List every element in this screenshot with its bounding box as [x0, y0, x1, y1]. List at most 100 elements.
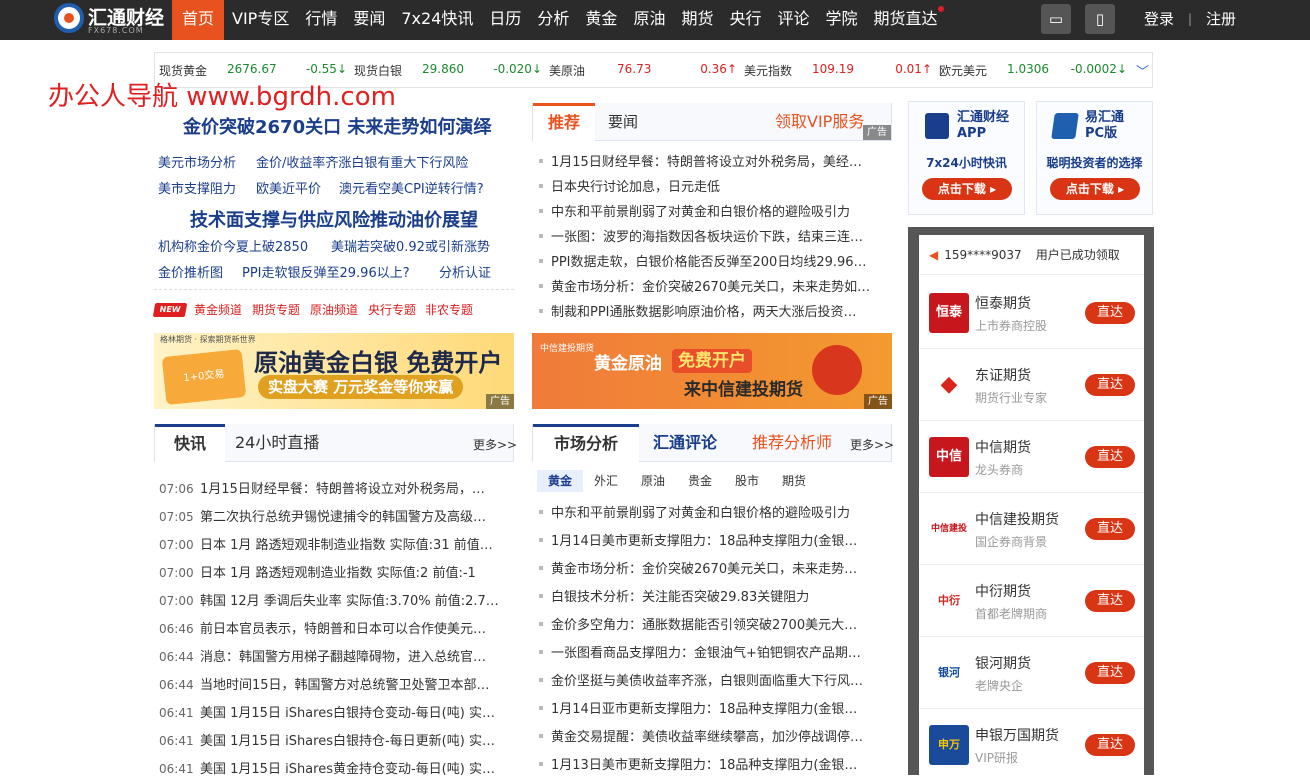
- nav-futures[interactable]: 期货: [673, 0, 721, 40]
- headline-link[interactable]: 金价推析图: [158, 262, 223, 281]
- nav-news[interactable]: 要闻: [345, 0, 393, 40]
- ad-banner-oil-gold[interactable]: 格林期货 · 探索期货新世界 1+0交易 原油黄金白银 免费开户 实盘大赛 万元…: [154, 333, 514, 409]
- nav-oil[interactable]: 原油: [625, 0, 673, 40]
- chevron-down-icon[interactable]: ﹀: [1136, 61, 1149, 80]
- flash-row[interactable]: 06:46 前日本官员表示，特朗普和日本可以合作使美元…: [154, 618, 514, 637]
- list-item[interactable]: 1月14日美市更新支撑阻力：18品种支撑阻力(金银…: [537, 530, 893, 549]
- nav-gold[interactable]: 黄金: [577, 0, 625, 40]
- tab-commentary[interactable]: 汇通评论: [653, 424, 717, 462]
- broker-go-button[interactable]: 直达: [1085, 590, 1135, 612]
- broker-row[interactable]: 中信 中信期货 龙头券商 直达: [919, 421, 1144, 493]
- channel-link-oil[interactable]: 原油频道: [310, 301, 358, 318]
- nav-flash[interactable]: 7x24快讯: [393, 0, 481, 40]
- subtab-precious[interactable]: 贵金: [681, 470, 719, 492]
- flash-row[interactable]: 06:44 消息：韩国警方用梯子翻越障碍物，进入总统官…: [154, 646, 514, 665]
- subtab-futures[interactable]: 期货: [775, 470, 813, 492]
- flash-row[interactable]: 07:00 日本 1月 路透短观非制造业指数 实际值:31 前值…: [154, 534, 514, 553]
- list-item[interactable]: 1月15日财经早餐：特朗普将设立对外税务局，美经…: [537, 151, 893, 170]
- nav-academy[interactable]: 学院: [818, 0, 866, 40]
- flash-row[interactable]: 06:44 当地时间15日，韩国警方对总统警卫处警卫本部…: [154, 674, 514, 693]
- broker-row[interactable]: ◆ 东证期货 期货行业专家 直达: [919, 349, 1144, 421]
- broker-go-button[interactable]: 直达: [1085, 734, 1135, 756]
- download-button[interactable]: 点击下载 ▸: [922, 178, 1012, 200]
- headline-link[interactable]: 分析认证: [439, 262, 491, 281]
- flash-row[interactable]: 07:06 1月15日财经早餐：特朗普将设立对外税务局，…: [154, 478, 514, 497]
- more-link[interactable]: 更多>>: [850, 436, 894, 453]
- tab-recommend[interactable]: 推荐: [533, 103, 595, 141]
- broker-row[interactable]: 银河 银河期货 老牌央企 直达: [919, 637, 1144, 709]
- headline-link[interactable]: 澳元看空美CPI逆转行情?: [339, 178, 484, 197]
- broker-go-button[interactable]: 直达: [1085, 662, 1135, 684]
- vip-service-link[interactable]: 领取VIP服务: [775, 103, 864, 141]
- subtab-oil[interactable]: 原油: [634, 470, 672, 492]
- list-item[interactable]: 一张图：波罗的海指数因各板块运价下跌，结束三连…: [537, 226, 893, 245]
- list-item[interactable]: 金价坚挺与美债收益率齐涨，白银则面临重大下行风…: [537, 670, 893, 689]
- ad-banner-citic[interactable]: 中信建投期货 黄金原油 免费开户 来中信建投期货 广告: [532, 333, 892, 409]
- nav-central-bank[interactable]: 央行: [721, 0, 769, 40]
- mobile-view-icon[interactable]: ▯: [1085, 4, 1115, 34]
- list-item[interactable]: 日本央行讨论加息，日元走低: [537, 176, 893, 195]
- list-item[interactable]: 黄金交易提醒：美债收益率继续攀高，加沙停战调停…: [537, 726, 893, 745]
- flash-row[interactable]: 07:00 日本 1月 路透短观制造业指数 实际值:2 前值:-1: [154, 562, 514, 581]
- headline-link[interactable]: 美市支撑阻力: [158, 178, 236, 197]
- headline-link[interactable]: 美元市场分析: [158, 152, 236, 171]
- list-item[interactable]: PPI数据走软，白银价格能否反弹至200日均线29.96…: [537, 251, 893, 270]
- list-item[interactable]: 一张图看商品支撑阻力：金银油气+铂钯铜农产品期…: [537, 642, 893, 661]
- list-item[interactable]: 1月14日亚市更新支撑阻力：18品种支撑阻力(金银…: [537, 698, 893, 717]
- pc-promo[interactable]: 易汇通 PC版 聪明投资者的选择 点击下载 ▸: [1036, 101, 1153, 215]
- flash-row[interactable]: 06:41 美国 1月15日 iShares黄金持仓变动-每日(吨) 实…: [154, 758, 514, 777]
- list-item[interactable]: 1月13日美市更新支撑阻力：18品种支撑阻力(金银…: [537, 754, 893, 773]
- headline-gold[interactable]: 金价突破2670关口 未来走势如何演绎: [183, 113, 491, 139]
- broker-row[interactable]: 恒泰 恒泰期货 上市券商控股 直达: [919, 277, 1144, 349]
- nav-quotes[interactable]: 行情: [297, 0, 345, 40]
- tab-news[interactable]: 要闻: [601, 103, 645, 141]
- channel-link-nfp[interactable]: 非农专题: [425, 301, 473, 318]
- more-link[interactable]: 更多>>: [473, 436, 517, 453]
- headline-link[interactable]: 欧美近平价: [256, 178, 321, 197]
- nav-comment[interactable]: 评论: [769, 0, 817, 40]
- tab-flash[interactable]: 快讯: [155, 424, 225, 462]
- list-item[interactable]: 中东和平前景削弱了对黄金和白银价格的避险吸引力: [537, 201, 893, 220]
- ticker-item[interactable]: 美原油 76.73 0.36↑: [549, 62, 744, 79]
- broker-go-button[interactable]: 直达: [1085, 302, 1135, 324]
- headline-link[interactable]: 机构称金价今夏上破2850: [158, 236, 308, 255]
- tab-live[interactable]: 24小时直播: [235, 424, 319, 462]
- list-item[interactable]: 白银技术分析：关注能否突破29.83关键阻力: [537, 586, 893, 605]
- tab-market-analysis[interactable]: 市场分析: [533, 424, 639, 462]
- desktop-view-icon[interactable]: ▭: [1041, 4, 1071, 34]
- list-item[interactable]: 制裁和PPI通胀数据影响原油价格，两天大涨后投资…: [537, 301, 893, 320]
- subtab-fx[interactable]: 外汇: [587, 470, 625, 492]
- list-item[interactable]: 金价多空角力：通胀数据能否引领突破2700美元大…: [537, 614, 893, 633]
- broker-go-button[interactable]: 直达: [1085, 518, 1135, 540]
- flash-row[interactable]: 06:41 美国 1月15日 iShares白银持仓变动-每日(吨) 实…: [154, 702, 514, 721]
- headline-link[interactable]: 金价/收益率齐涨白银有重大下行风险: [256, 152, 468, 171]
- register-link[interactable]: 注册: [1206, 0, 1236, 40]
- channel-link-central-bank[interactable]: 央行专题: [368, 301, 416, 318]
- tab-analysts[interactable]: 推荐分析师: [752, 424, 832, 462]
- headline-link[interactable]: 美瑞若突破0.92或引新涨势: [331, 236, 490, 255]
- broker-row[interactable]: 中信建投 中信建投期货 国企券商背景 直达: [919, 493, 1144, 565]
- list-item[interactable]: 黄金市场分析：金价突破2670美元关口，未来走势…: [537, 558, 893, 577]
- list-item[interactable]: 中东和平前景削弱了对黄金和白银价格的避险吸引力: [537, 502, 893, 521]
- list-item[interactable]: 黄金市场分析：金价突破2670美元关口，未来走势如…: [537, 276, 893, 295]
- ticker-item[interactable]: 欧元美元 1.0306 -0.0002↓: [939, 62, 1134, 79]
- channel-link-futures[interactable]: 期货专题: [252, 301, 300, 318]
- nav-futures-direct[interactable]: 期货直达: [866, 0, 946, 40]
- nav-home[interactable]: 首页: [172, 0, 225, 40]
- channel-link-gold[interactable]: 黄金频道: [194, 301, 242, 318]
- login-link[interactable]: 登录: [1144, 0, 1174, 40]
- headline-link[interactable]: PPI走软银反弹至29.96以上?: [242, 262, 410, 281]
- flash-row[interactable]: 07:00 韩国 12月 季调后失业率 实际值:3.70% 前值:2.7…: [154, 590, 514, 609]
- broker-row[interactable]: 申万 申银万国期货 VIP研报 直达: [919, 709, 1144, 781]
- subtab-stocks[interactable]: 股市: [728, 470, 766, 492]
- nav-analysis[interactable]: 分析: [529, 0, 577, 40]
- flash-row[interactable]: 06:41 美国 1月15日 iShares白银持仓-每日更新(吨) 实…: [154, 730, 514, 749]
- headline-oil[interactable]: 技术面支撑与供应风险推动油价展望: [190, 206, 478, 232]
- ticker-item[interactable]: 美元指数 109.19 0.01↑: [744, 62, 939, 79]
- app-promo[interactable]: 汇通财经 APP 7x24小时快讯 点击下载 ▸: [908, 101, 1025, 215]
- site-logo[interactable]: 汇通财经 FX678.COM: [54, 3, 166, 35]
- broker-row[interactable]: 中衍 中衍期货 首都老牌期商 直达: [919, 565, 1144, 637]
- nav-vip[interactable]: VIP专区: [224, 0, 297, 40]
- flash-row[interactable]: 07:05 第二次执行总统尹锡悦逮捕令的韩国警方及高级…: [154, 506, 514, 525]
- broker-go-button[interactable]: 直达: [1085, 446, 1135, 468]
